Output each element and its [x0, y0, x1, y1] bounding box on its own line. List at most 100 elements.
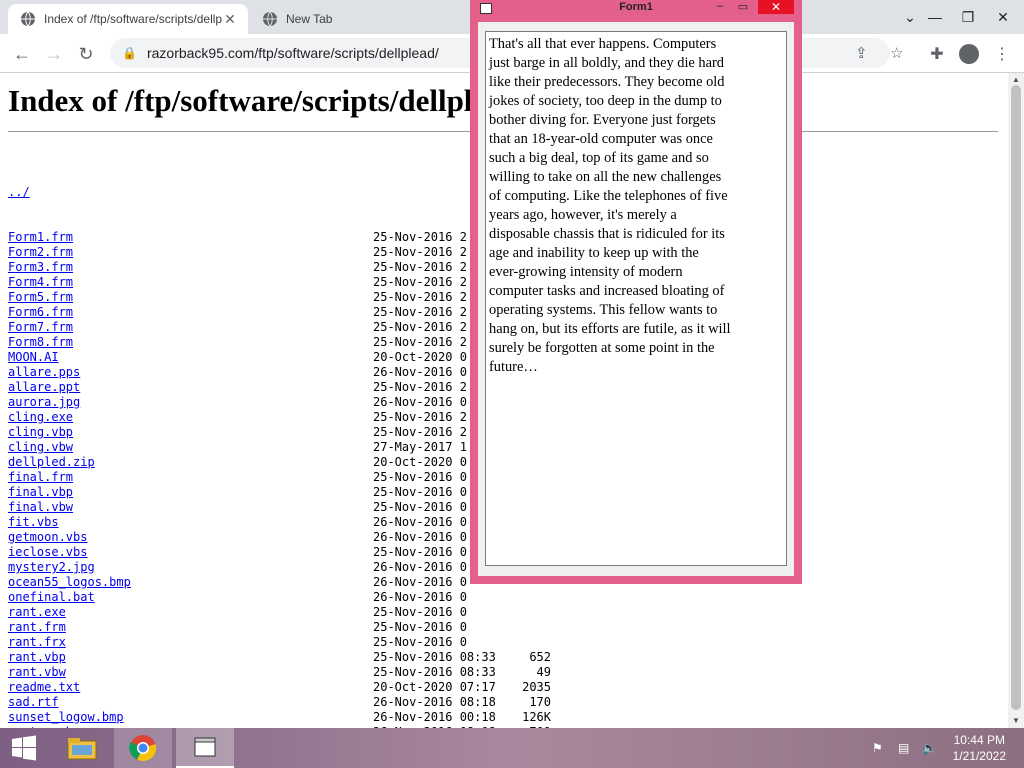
file-link[interactable]: final.vbw — [8, 500, 73, 515]
clock[interactable]: 10:44 PM 1/21/2022 — [953, 732, 1006, 764]
minimize-icon[interactable]: – — [708, 0, 732, 14]
arrow-left-icon[interactable]: ← — [10, 42, 34, 66]
close-icon[interactable]: ✕ — [758, 0, 794, 14]
file-date: 25-Nov-2016 2 — [373, 275, 467, 289]
file-date: 25-Nov-2016 2 — [373, 290, 467, 304]
network-icon[interactable]: ▤ — [898, 728, 909, 768]
globe-icon — [21, 11, 35, 27]
restore-icon[interactable]: ❐ — [951, 0, 985, 34]
file-link[interactable]: rant.frm — [8, 620, 66, 635]
page-title: Index of /ftp/software/scripts/dellpl — [8, 83, 473, 118]
file-date: 25-Nov-2016 0 — [373, 485, 467, 499]
file-link[interactable]: rant.vbw — [8, 665, 66, 680]
file-link[interactable]: allare.ppt — [8, 380, 80, 395]
file-date: 25-Nov-2016 0 — [373, 545, 467, 559]
url-text: razorback95.com/ftp/software/scripts/del… — [146, 45, 439, 61]
file-date: 26-Nov-2016 08:18 — [373, 695, 496, 709]
file-date: 26-Nov-2016 0 — [373, 575, 467, 589]
tab-title: New Tab — [286, 12, 333, 26]
volume-muted-icon[interactable]: 🔈 — [922, 728, 937, 768]
flag-notification-icon[interactable]: ⚑ — [872, 728, 883, 768]
file-size: 126K — [522, 710, 551, 724]
file-link[interactable]: Form8.frm — [8, 335, 73, 350]
file-explorer-icon[interactable] — [58, 728, 106, 768]
list-item: rant.frm 25-Nov-2016 0 — [8, 620, 568, 635]
clock-date: 1/21/2022 — [952, 749, 1006, 763]
scrollbar-thumb[interactable] — [1011, 85, 1021, 710]
file-date: 26-Nov-2016 00:18 — [373, 710, 496, 724]
globe-icon — [263, 11, 277, 27]
file-link[interactable]: Form1.frm — [8, 230, 73, 245]
file-link[interactable]: ocean55_logos.bmp — [8, 575, 131, 590]
minimize-icon[interactable]: — — [918, 0, 952, 34]
file-link[interactable]: readme.txt — [8, 680, 80, 695]
file-link[interactable]: rant.exe — [8, 605, 66, 620]
file-link[interactable]: Form2.frm — [8, 245, 73, 260]
file-date: 25-Nov-2016 2 — [373, 230, 467, 244]
form1-titlebar[interactable]: Form1 – ▭ ✕ — [470, 0, 802, 16]
share-icon[interactable]: ⇪ — [855, 38, 868, 68]
scroll-up-icon[interactable]: ▲ — [1012, 75, 1020, 84]
file-link[interactable]: Form4.frm — [8, 275, 73, 290]
file-link[interactable]: onefinal.bat — [8, 590, 95, 605]
lock-icon[interactable]: 🔒 — [122, 46, 137, 60]
file-date: 26-Nov-2016 0 — [373, 530, 467, 544]
file-link[interactable]: cling.exe — [8, 410, 73, 425]
chrome-taskbar-icon[interactable] — [114, 728, 172, 768]
file-date: 25-Nov-2016 2 — [373, 305, 467, 319]
arrow-right-icon[interactable]: → — [42, 42, 66, 66]
reload-icon[interactable]: ↻ — [74, 42, 98, 66]
file-date: 26-Nov-2016 0 — [373, 515, 467, 529]
file-link[interactable]: cling.vbp — [8, 425, 73, 440]
form1-window: Form1 – ▭ ✕ That's all that ever happens… — [470, 0, 802, 584]
file-link[interactable]: final.frm — [8, 470, 73, 485]
avatar-icon[interactable] — [957, 42, 981, 66]
file-link[interactable]: dellpled.zip — [8, 455, 95, 470]
form1-taskbar-icon[interactable] — [176, 728, 234, 768]
file-link[interactable]: fit.vbs — [8, 515, 59, 530]
list-item: onefinal.bat 26-Nov-2016 0 — [8, 590, 568, 605]
form1-client-area: That's all that ever happens. Computers … — [478, 22, 794, 576]
file-date: 25-Nov-2016 2 — [373, 380, 467, 394]
taskbar: ⚑ ▤ 🔈 10:44 PM 1/21/2022 — [0, 728, 1024, 768]
file-date: 25-Nov-2016 0 — [373, 620, 467, 634]
tab-new-tab[interactable]: New Tab — [250, 4, 450, 34]
parent-directory-link[interactable]: ../ — [8, 185, 30, 200]
file-link[interactable]: getmoon.vbs — [8, 530, 87, 545]
file-size: 2035 — [522, 680, 551, 694]
file-link[interactable]: allare.pps — [8, 365, 80, 380]
rich-text-content: That's all that ever happens. Computers … — [489, 36, 731, 375]
tab-index[interactable]: Index of /ftp/software/scripts/dellpl ✕ — [8, 4, 248, 34]
file-link[interactable]: Form5.frm — [8, 290, 73, 305]
file-date: 25-Nov-2016 2 — [373, 335, 467, 349]
close-window-icon[interactable]: ✕ — [986, 0, 1020, 34]
file-link[interactable]: rant.vbp — [8, 650, 66, 665]
file-link[interactable]: final.vbp — [8, 485, 73, 500]
file-size: 170 — [529, 695, 551, 709]
file-link[interactable]: MOON.AI — [8, 350, 59, 365]
page-scrollbar[interactable]: ▲ ▼ — [1008, 73, 1024, 728]
file-date: 25-Nov-2016 0 — [373, 470, 467, 484]
file-link[interactable]: aurora.jpg — [8, 395, 80, 410]
file-link[interactable]: mystery2.jpg — [8, 560, 95, 575]
rich-text-box[interactable]: That's all that ever happens. Computers … — [485, 31, 787, 566]
file-date: 25-Nov-2016 0 — [373, 635, 467, 649]
maximize-icon[interactable]: ▭ — [731, 0, 755, 14]
star-icon[interactable]: ☆ — [890, 38, 903, 68]
file-link[interactable]: cling.vbw — [8, 440, 73, 455]
puzzle-icon[interactable]: ✚ — [925, 42, 949, 66]
file-link[interactable]: Form6.frm — [8, 305, 73, 320]
start-button[interactable] — [0, 728, 48, 768]
file-link[interactable]: Form3.frm — [8, 260, 73, 275]
file-date: 26-Nov-2016 0 — [373, 365, 467, 379]
file-link[interactable]: sad.rtf — [8, 695, 59, 710]
file-link[interactable]: ieclose.vbs — [8, 545, 87, 560]
file-date: 26-Nov-2016 0 — [373, 560, 467, 574]
file-link[interactable]: Form7.frm — [8, 320, 73, 335]
list-item: sunset_logow.bmp 26-Nov-2016 00:18 126K — [8, 710, 568, 725]
scroll-down-icon[interactable]: ▼ — [1012, 716, 1020, 725]
file-link[interactable]: sunset_logow.bmp — [8, 710, 124, 725]
tab-close-icon[interactable]: ✕ — [222, 11, 238, 28]
file-link[interactable]: rant.frx — [8, 635, 66, 650]
kebab-menu-icon[interactable]: ⋮ — [990, 42, 1014, 66]
